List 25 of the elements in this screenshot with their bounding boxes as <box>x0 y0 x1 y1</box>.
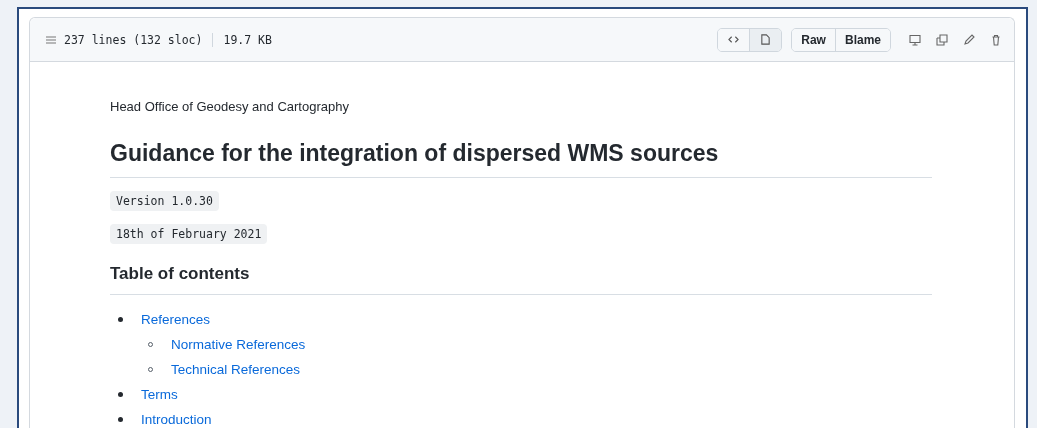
toc-link[interactable]: Technical References <box>171 362 301 377</box>
line-count: 237 lines (132 sloc) <box>64 32 203 47</box>
code-icon <box>728 34 740 45</box>
document-title: Guidance for the integration of dispersed WMS sources <box>110 140 720 167</box>
toc-link[interactable]: Introduction <box>141 412 212 427</box>
section-heading: Table of contents <box>110 264 251 284</box>
monitor-icon[interactable] <box>909 33 921 46</box>
header-button[interactable]: Raw <box>792 28 836 51</box>
organization-text: Head Office of Geodesy and Cartography <box>110 99 350 114</box>
code-text: Version 1.0.30 <box>110 191 219 211</box>
code-view-button[interactable] <box>718 28 751 51</box>
pencil-icon[interactable] <box>963 33 975 46</box>
bullet-icon <box>118 317 123 322</box>
toc-link[interactable]: References <box>141 312 211 327</box>
trash-icon[interactable] <box>990 33 1002 46</box>
toc-link[interactable]: Terms <box>141 387 178 402</box>
code-text: 18th of February 2021 <box>110 224 268 244</box>
toc-link[interactable]: Normative References <box>171 337 306 352</box>
bullet-icon <box>118 392 123 397</box>
preview-button[interactable] <box>750 28 782 51</box>
file-icon <box>760 34 772 45</box>
bullet-icon <box>118 417 123 422</box>
file-size: 19.7 KB <box>223 32 272 47</box>
lines-icon <box>46 35 56 44</box>
copy-icon[interactable] <box>936 33 948 46</box>
